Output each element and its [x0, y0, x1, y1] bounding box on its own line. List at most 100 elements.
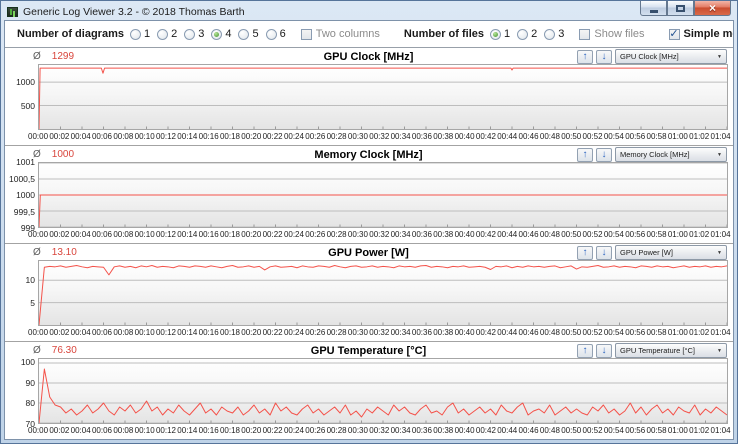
- arrow-up-icon: ↑: [582, 247, 588, 258]
- chart-controls: ↑ ↓ GPU Clock [MHz] ▼: [577, 49, 727, 64]
- radio-icon[interactable]: [157, 28, 169, 40]
- radio-option-3[interactable]: 3: [184, 28, 204, 40]
- x-tick-label: 00:18: [219, 328, 240, 337]
- x-axis-labels: 00:00 00:02 00:04 00:06 00:08 00:10 00:12 00:14…: [28, 130, 731, 142]
- two-columns-option[interactable]: Two columns: [300, 28, 380, 40]
- move-chart-up-button[interactable]: ↑: [577, 245, 593, 260]
- radio-icon[interactable]: [238, 28, 250, 40]
- x-tick-label: 00:30: [347, 230, 368, 239]
- radio-option-label: 2: [531, 28, 538, 40]
- two-columns-checkbox[interactable]: [300, 28, 312, 40]
- x-tick-label: 00:34: [390, 230, 411, 239]
- x-tick-label: 00:10: [134, 426, 155, 435]
- x-tick-label: 00:16: [198, 426, 219, 435]
- x-tick-label: 00:50: [561, 328, 582, 337]
- arrow-down-icon: ↓: [601, 149, 607, 160]
- y-tick-label: 1000: [16, 190, 35, 200]
- close-icon: ×: [708, 1, 716, 15]
- y-tick-label: 500: [20, 100, 35, 111]
- radio-icon[interactable]: [265, 28, 277, 40]
- radio-icon[interactable]: [211, 28, 223, 40]
- move-chart-up-button[interactable]: ↑: [577, 343, 593, 358]
- x-tick-label: 00:00: [28, 328, 49, 337]
- simple-mode-option[interactable]: ✓ Simple mode: [668, 28, 733, 40]
- x-tick-label: 00:02: [49, 426, 70, 435]
- average-value: 1000: [51, 149, 75, 160]
- plot-area: [38, 260, 728, 326]
- average-value: 13.10: [51, 247, 77, 258]
- metric-select-value: GPU Power [W]: [620, 248, 673, 257]
- show-files-option[interactable]: Show files: [579, 28, 645, 40]
- y-axis-labels: 1001 1000,5 1000 999,5 999: [9, 157, 38, 233]
- x-tick-label: 00:04: [70, 132, 91, 141]
- radio-option-label: 1: [504, 28, 511, 40]
- move-chart-down-button[interactable]: ↓: [596, 49, 612, 64]
- metric-select-value: GPU Temperature [°C]: [620, 346, 695, 355]
- metric-select[interactable]: Memory Clock [MHz] ▼: [615, 147, 727, 162]
- move-chart-up-button[interactable]: ↑: [577, 49, 593, 64]
- x-tick-label: 00:12: [155, 230, 176, 239]
- radio-icon[interactable]: [184, 28, 196, 40]
- chart-svg: [39, 163, 727, 227]
- x-tick-label: 00:08: [113, 328, 134, 337]
- x-tick-label: 00:06: [91, 328, 113, 337]
- x-tick-label: 00:52: [582, 230, 603, 239]
- x-tick-label: 00:44: [497, 328, 518, 337]
- charts-area: Ø 1299 GPU Clock [MHz] ↑ ↓ GPU Clock [MH…: [5, 48, 733, 439]
- x-tick-label: 00:20: [241, 426, 262, 435]
- radio-option-1[interactable]: 1: [490, 28, 510, 40]
- chart-controls: ↑ ↓ GPU Temperature [°C] ▼: [577, 343, 727, 358]
- radio-option-2[interactable]: 2: [157, 28, 177, 40]
- simple-mode-checkbox[interactable]: ✓: [668, 28, 680, 40]
- x-tick-label: 00:22: [262, 132, 283, 141]
- radio-option-6[interactable]: 6: [265, 28, 286, 40]
- x-tick-label: 00:54: [603, 230, 624, 239]
- x-tick-label: 00:26: [305, 132, 326, 141]
- metric-select[interactable]: GPU Temperature [°C] ▼: [615, 343, 727, 358]
- show-files-checkbox[interactable]: [579, 28, 591, 40]
- y-tick-label: 999: [20, 223, 35, 233]
- radio-icon[interactable]: [544, 28, 556, 40]
- x-tick-label: 00:42: [475, 426, 496, 435]
- radio-icon[interactable]: [517, 28, 529, 40]
- y-axis-labels: 10 5: [9, 260, 38, 326]
- radio-option-label: 1: [143, 28, 151, 40]
- average-icon: Ø: [33, 51, 41, 62]
- x-tick-label: 00:16: [198, 328, 219, 337]
- metric-select[interactable]: GPU Power [W] ▼: [615, 245, 727, 260]
- move-chart-up-button[interactable]: ↑: [577, 147, 593, 162]
- maximize-button[interactable]: [667, 1, 694, 16]
- chart-svg: [39, 65, 727, 129]
- x-tick-label: 00:42: [475, 328, 496, 337]
- chart-panel-gpu-clock: Ø 1299 GPU Clock [MHz] ↑ ↓ GPU Clock [MH…: [5, 48, 733, 146]
- chart-header: Ø 1299 GPU Clock [MHz] ↑ ↓ GPU Clock [MH…: [9, 49, 728, 64]
- minimize-button[interactable]: [640, 1, 667, 16]
- radio-option-1[interactable]: 1: [129, 28, 151, 40]
- radio-icon[interactable]: [129, 28, 141, 40]
- x-tick-label: 00:36: [411, 230, 432, 239]
- x-tick-label: 00:08: [113, 426, 134, 435]
- x-tick-label: 00:10: [134, 132, 155, 141]
- radio-option-label: 6: [279, 28, 286, 40]
- metric-select[interactable]: GPU Clock [MHz] ▼: [615, 49, 727, 64]
- move-chart-down-button[interactable]: ↓: [596, 343, 612, 358]
- chart-panel-memory-clock: Ø 1000 Memory Clock [MHz] ↑ ↓ Memory Clo…: [5, 146, 733, 244]
- close-button[interactable]: ×: [694, 1, 731, 16]
- title-bar[interactable]: Generic Log Viewer 3.2 - © 2018 Thomas B…: [1, 1, 737, 20]
- radio-option-3[interactable]: 3: [544, 28, 564, 40]
- radio-option-4[interactable]: 4: [211, 28, 231, 40]
- move-chart-down-button[interactable]: ↓: [596, 245, 612, 260]
- x-tick-label: 00:44: [497, 230, 518, 239]
- x-tick-label: 00:38: [433, 426, 454, 435]
- radio-icon[interactable]: [490, 28, 501, 40]
- x-axis-labels: 00:00 00:02 00:04 00:06 00:08 00:10 00:12 00:14…: [28, 326, 731, 338]
- x-tick-label: 00:04: [70, 230, 91, 239]
- radio-option-5[interactable]: 5: [238, 28, 259, 40]
- radio-option-label: 5: [252, 28, 259, 40]
- x-tick-label: 01:02: [689, 426, 710, 435]
- x-tick-label: 00:24: [283, 328, 304, 337]
- x-tick-label: 00:56: [625, 132, 646, 141]
- move-chart-down-button[interactable]: ↓: [596, 147, 612, 162]
- average-value: 1299: [51, 51, 75, 62]
- radio-option-2[interactable]: 2: [517, 28, 537, 40]
